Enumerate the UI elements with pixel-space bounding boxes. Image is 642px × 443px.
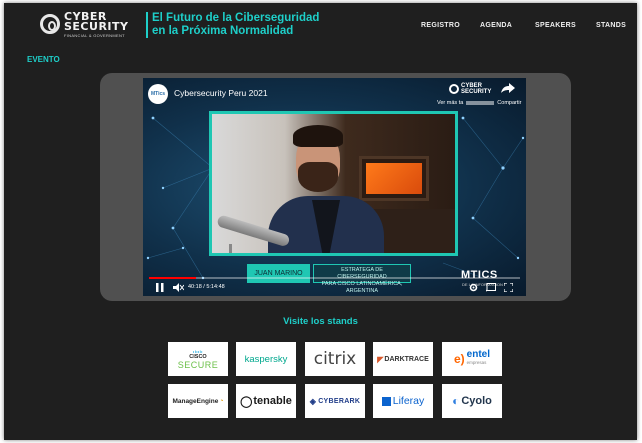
nav-stands[interactable]: STANDS (596, 22, 626, 29)
section-label-evento: EVENTO (27, 55, 60, 64)
watch-more-link[interactable]: Ver más ta (437, 100, 463, 106)
video-progress-fill (149, 277, 197, 279)
stand-tenable[interactable]: ◯ tenable (236, 384, 296, 418)
tv-screen (366, 163, 422, 194)
entel-logo: entel (466, 349, 490, 360)
logo-word-2: SECURITY (64, 20, 129, 33)
event-tagline: El Futuro de la Ciberseguridad en la Pró… (152, 12, 319, 38)
tenable-logo: tenable (253, 395, 292, 407)
liferay-mark-icon (381, 396, 391, 406)
stand-cyolo[interactable]: ◐ Cyolo (442, 384, 502, 418)
page: CYBER SECURITY FINANCIAL & GOVERNMENT El… (4, 3, 637, 440)
stand-cyberark[interactable]: ◈ CYBERARK (305, 384, 365, 418)
stand-liferay[interactable]: Liferay (373, 384, 433, 418)
share-icon[interactable] (501, 83, 515, 93)
cisco-secure-label: SECURE (177, 359, 219, 370)
cyber-security-logo[interactable]: CYBER SECURITY FINANCIAL & GOVERNMENT (40, 11, 144, 39)
settings-icon[interactable] (469, 283, 478, 292)
logo-subtitle: FINANCIAL & GOVERNMENT (64, 33, 125, 38)
cyberark-mark-icon: ◈ (309, 396, 317, 406)
stand-cisco-secure[interactable]: ılıılı CISCO SECURE (168, 342, 228, 376)
video-top-bar: MTics Cybersecurity Peru 2021 CYBER SECU… (143, 78, 526, 108)
speaker-role: ESTRATEGA DE CIBERSEGURIDAD PARA CISCO L… (313, 264, 411, 294)
tagline-line-1: El Futuro de la Ciberseguridad (152, 12, 320, 24)
pause-icon[interactable] (156, 283, 164, 292)
nav-speakers[interactable]: SPEAKERS (535, 22, 576, 29)
microphone-stand (229, 244, 232, 253)
tenable-mark-icon: ◯ (240, 395, 253, 408)
stand-manageengine[interactable]: ManageEngine ◔ (168, 384, 228, 418)
kaspersky-logo: kaspersky (244, 353, 288, 365)
background-tv (359, 156, 429, 201)
cast-icon[interactable] (486, 283, 496, 292)
stand-entel[interactable]: e) entel empresas (442, 342, 502, 376)
speaker-name: JUAN MARINO (247, 264, 310, 283)
logo-mark-icon (40, 14, 60, 34)
manageengine-logo: ManageEngine (172, 397, 219, 405)
mtics-badge: MTICS (461, 269, 498, 281)
manageengine-mark-icon: ◔ (219, 397, 224, 405)
channel-avatar[interactable]: MTics (148, 84, 168, 104)
share-label[interactable]: Compartir (497, 100, 521, 106)
citrix-logo: citrix (313, 349, 357, 369)
video-player[interactable]: MTics Cybersecurity Peru 2021 CYBER SECU… (143, 78, 526, 296)
stands-section-title: Visite los stands (283, 316, 358, 327)
fullscreen-icon[interactable] (504, 283, 513, 292)
cyolo-logo: Cyolo (461, 395, 492, 407)
stand-citrix[interactable]: citrix (305, 342, 365, 376)
nav-registro[interactable]: REGISTRO (421, 22, 460, 29)
speaker-hair (293, 125, 343, 147)
watermark-line-2: SECURITY (461, 89, 492, 95)
cyberark-logo: CYBERARK (318, 397, 361, 405)
darktrace-mark-icon: ◤ (377, 354, 384, 364)
header-divider (146, 12, 148, 38)
entel-mark-icon: e) (453, 352, 465, 366)
obscured-text (466, 100, 495, 105)
tagline-line-2: en la Próxima Normalidad (152, 25, 294, 37)
cyolo-mark-icon: ◐ (452, 394, 460, 408)
nav-agenda[interactable]: AGENDA (480, 22, 512, 29)
video-time: 40:18 / 5:14:48 (188, 284, 225, 290)
stand-darktrace[interactable]: ◤ DARKTRACE (373, 342, 433, 376)
mute-icon[interactable] (173, 283, 184, 292)
speaker-video-frame (209, 111, 458, 256)
speaker-beard (298, 162, 338, 192)
entel-subtitle: empresas (466, 360, 487, 365)
liferay-logo: Liferay (392, 395, 425, 407)
video-progress-bar[interactable] (149, 277, 520, 279)
watermark-logo-icon (449, 84, 459, 94)
video-title[interactable]: Cybersecurity Peru 2021 (174, 88, 268, 98)
darktrace-logo: DARKTRACE (384, 355, 429, 363)
site-header: CYBER SECURITY FINANCIAL & GOVERNMENT El… (4, 3, 637, 47)
stand-kaspersky[interactable]: kaspersky (236, 342, 296, 376)
